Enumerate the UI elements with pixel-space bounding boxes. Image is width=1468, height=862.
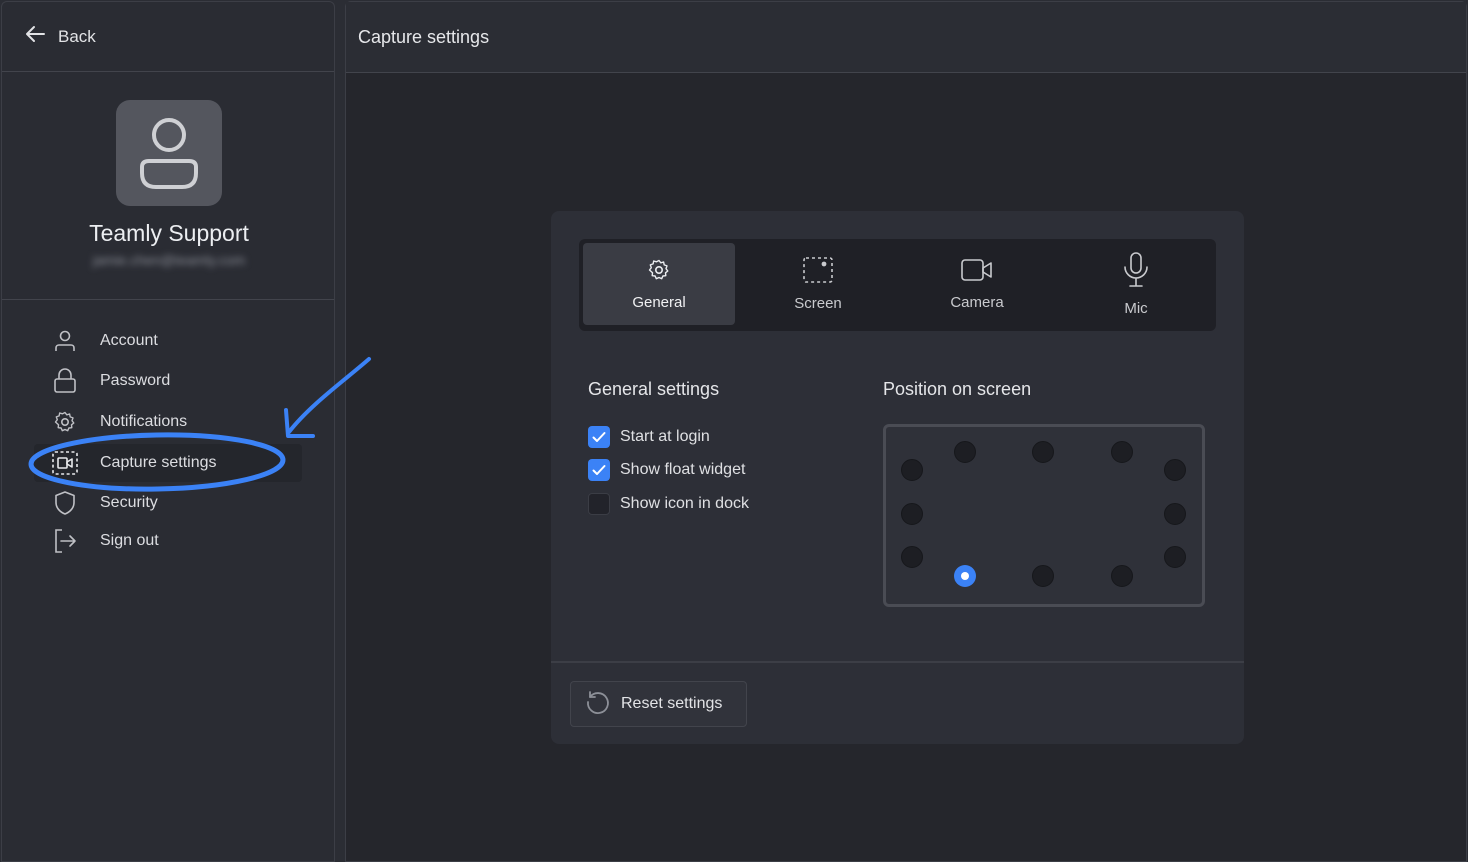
profile-email: jamie.chen@teamly.com bbox=[92, 252, 246, 268]
back-button[interactable]: Back bbox=[2, 2, 334, 72]
gear-icon bbox=[647, 258, 671, 286]
nav-label-capture-settings: Capture settings bbox=[100, 454, 217, 471]
show-icon-in-dock-checkbox[interactable] bbox=[588, 493, 610, 515]
nav-item-password[interactable]: Password bbox=[34, 362, 302, 400]
position-left-top[interactable] bbox=[901, 459, 923, 481]
position-bottom-2[interactable] bbox=[1032, 565, 1054, 587]
show-float-widget-checkbox[interactable] bbox=[588, 459, 610, 481]
start-at-login-label: Start at login bbox=[620, 428, 710, 445]
tab-camera[interactable]: Camera bbox=[901, 243, 1053, 325]
position-right-bottom[interactable] bbox=[1164, 546, 1186, 568]
show-float-widget-option[interactable]: Show float widget bbox=[588, 459, 745, 481]
tab-screen-label: Screen bbox=[794, 294, 842, 312]
reset-settings-label: Reset settings bbox=[621, 695, 723, 712]
profile-section: Teamly Support jamie.chen@teamly.com bbox=[2, 72, 334, 300]
avatar bbox=[116, 100, 222, 206]
position-top-3[interactable] bbox=[1111, 441, 1133, 463]
position-left-middle[interactable] bbox=[901, 503, 923, 525]
capture-tabs: General Screen Camera Mic bbox=[579, 239, 1216, 331]
lock-icon bbox=[52, 368, 78, 394]
user-icon bbox=[52, 328, 78, 354]
general-settings-title: General settings bbox=[588, 379, 720, 399]
position-top-1[interactable] bbox=[954, 441, 976, 463]
mic-icon bbox=[1122, 251, 1150, 292]
position-right-middle[interactable] bbox=[1164, 503, 1186, 525]
main-header: Capture settings bbox=[346, 2, 1466, 73]
position-top-2[interactable] bbox=[1032, 441, 1054, 463]
tab-camera-label: Camera bbox=[950, 293, 1004, 311]
tab-mic[interactable]: Mic bbox=[1060, 243, 1212, 325]
nav-item-sign-out[interactable]: Sign out bbox=[34, 522, 302, 560]
profile-name: Teamly Support bbox=[89, 220, 249, 246]
reset-settings-button[interactable]: Reset settings bbox=[570, 681, 747, 727]
position-title: Position on screen bbox=[883, 379, 1032, 399]
gear-icon bbox=[52, 409, 78, 435]
settings-card: General Screen Camera Mic General settin… bbox=[551, 211, 1244, 744]
show-icon-in-dock-label: Show icon in dock bbox=[620, 495, 749, 512]
tab-mic-label: Mic bbox=[1124, 299, 1148, 317]
sidebar: Back Teamly Support jamie.chen@teamly.co… bbox=[1, 1, 335, 862]
nav-label-security: Security bbox=[100, 494, 158, 511]
main-panel: Capture settings General Screen Camera M… bbox=[345, 1, 1467, 862]
reset-icon bbox=[585, 689, 611, 720]
arrow-left-icon bbox=[24, 23, 46, 50]
nav-item-security[interactable]: Security bbox=[34, 484, 302, 522]
show-float-widget-label: Show float widget bbox=[620, 461, 746, 478]
tab-general[interactable]: General bbox=[583, 243, 735, 325]
start-at-login-option[interactable]: Start at login bbox=[588, 426, 710, 448]
nav-item-capture-settings[interactable]: Capture settings bbox=[34, 444, 302, 482]
show-icon-in-dock-option[interactable]: Show icon in dock bbox=[588, 493, 749, 515]
nav-label-notifications: Notifications bbox=[100, 413, 188, 430]
position-left-bottom[interactable] bbox=[901, 546, 923, 568]
camera-icon bbox=[961, 258, 993, 286]
position-bottom-3[interactable] bbox=[1111, 565, 1133, 587]
screen-select-icon bbox=[803, 256, 833, 287]
page-title: Capture settings bbox=[358, 26, 490, 47]
sign-out-icon bbox=[52, 528, 78, 554]
tab-general-label: General bbox=[632, 293, 686, 311]
user-avatar-icon bbox=[140, 118, 198, 189]
nav-item-notifications[interactable]: Notifications bbox=[34, 403, 302, 441]
tab-screen[interactable]: Screen bbox=[742, 243, 894, 325]
position-bottom-1-selected[interactable] bbox=[954, 565, 976, 587]
position-grid bbox=[883, 424, 1205, 607]
capture-icon bbox=[52, 450, 78, 476]
start-at-login-checkbox[interactable] bbox=[588, 426, 610, 448]
back-label: Back bbox=[58, 26, 96, 46]
nav-label-password: Password bbox=[100, 372, 171, 389]
position-right-top[interactable] bbox=[1164, 459, 1186, 481]
shield-icon bbox=[52, 490, 78, 516]
nav-item-account[interactable]: Account bbox=[34, 322, 302, 360]
card-divider bbox=[551, 661, 1244, 663]
nav-label-sign-out: Sign out bbox=[100, 532, 159, 549]
nav-label-account: Account bbox=[100, 332, 158, 349]
